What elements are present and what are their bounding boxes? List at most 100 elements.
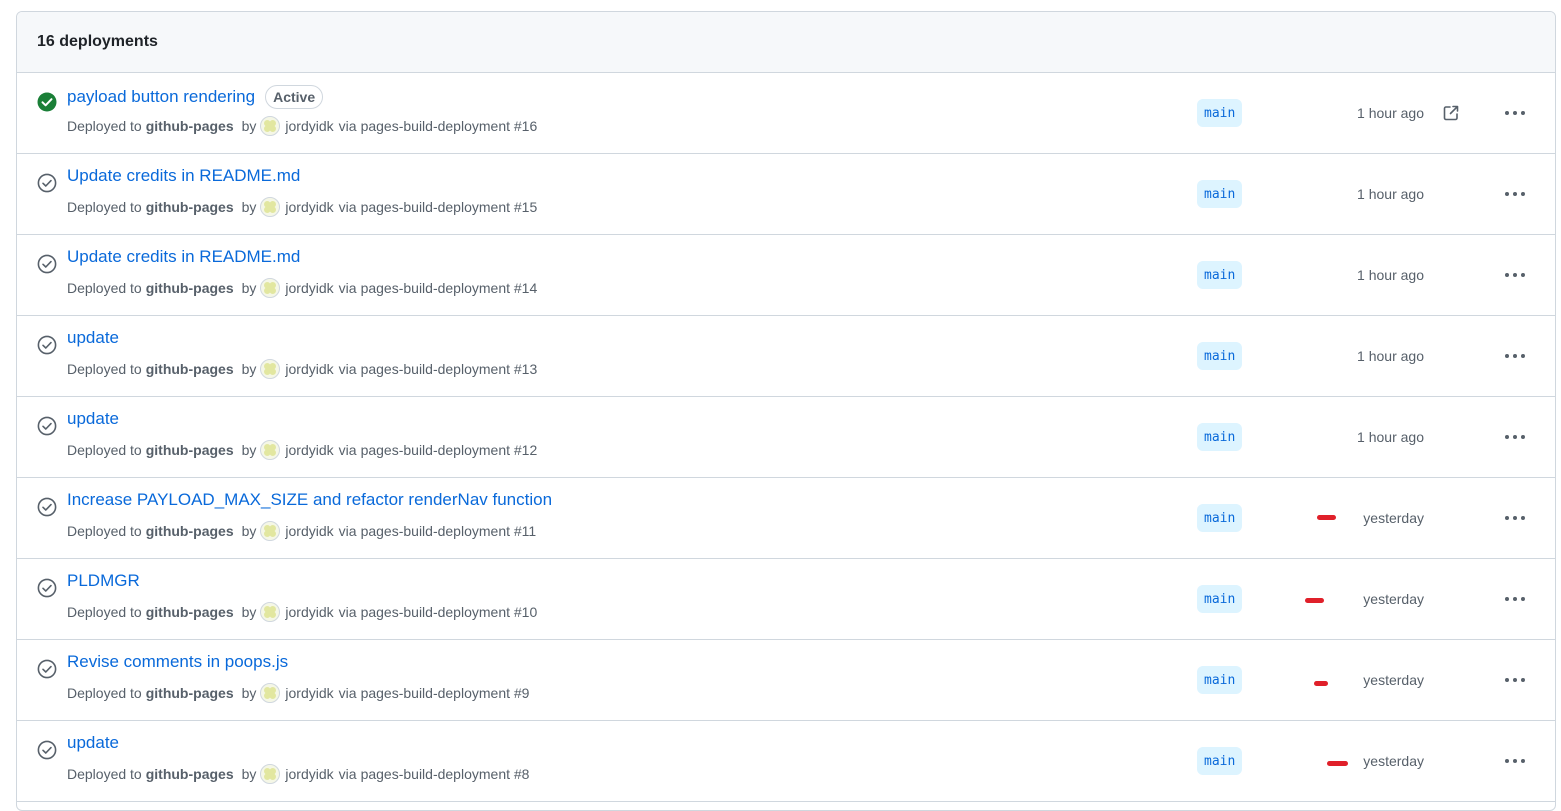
deployments-list: payload button rendering Active Deployed… [17,73,1555,802]
deployment-title-link[interactable]: Increase PAYLOAD_MAX_SIZE and refactor r… [67,490,552,510]
deployment-title-link[interactable]: Revise comments in poops.js [67,652,288,672]
deployment-row: update Deployed to github-pages by jordy… [17,397,1555,478]
deployment-title-line: PLDMGR [67,571,140,591]
deployments-count-header: 16 deployments [17,12,1555,73]
deployment-time: 1 hour ago [1357,267,1424,283]
by-label: by [241,523,257,539]
user-name: jordyidk [285,685,334,701]
deployment-time: 1 hour ago [1357,105,1424,121]
deployment-row: payload button rendering Active Deployed… [17,73,1555,154]
avatar [260,440,281,460]
deployed-to-label: Deployed to [67,442,142,458]
workflow-run-link[interactable]: pages-build-deployment #8 [361,766,530,782]
environment-name[interactable]: github-pages [146,280,234,296]
environment-name[interactable]: github-pages [146,199,234,215]
check-circle-icon [37,659,57,679]
deployment-meta: Deployed to github-pages by jordyidk via… [67,764,529,784]
deployment-row: update Deployed to github-pages by jordy… [17,721,1555,802]
deployment-title-link[interactable]: update [67,409,119,429]
via-label: via [338,685,357,701]
user-link[interactable]: jordyidk [260,359,338,379]
user-link[interactable]: jordyidk [260,764,338,784]
user-link[interactable]: jordyidk [260,602,338,622]
environment-name[interactable]: github-pages [146,118,234,134]
environment-name[interactable]: github-pages [146,766,234,782]
kebab-menu-icon[interactable] [1497,747,1533,775]
by-label: by [241,118,257,134]
environment-name[interactable]: github-pages [146,523,234,539]
workflow-run-link[interactable]: pages-build-deployment #12 [361,442,538,458]
workflow-run-link[interactable]: pages-build-deployment #15 [361,199,538,215]
deployed-to-label: Deployed to [67,199,142,215]
deployed-to-label: Deployed to [67,604,142,620]
workflow-run-link[interactable]: pages-build-deployment #14 [361,280,538,296]
deployment-time: 1 hour ago [1357,186,1424,202]
workflow-run-link[interactable]: pages-build-deployment #10 [361,604,538,620]
deployment-title-link[interactable]: payload button rendering [67,87,255,107]
branch-label[interactable]: main [1197,585,1243,613]
red-redaction-mark [1314,681,1328,686]
user-name: jordyidk [285,766,334,782]
deployment-title-line: update [67,409,119,429]
avatar [260,602,281,622]
user-link[interactable]: jordyidk [260,683,338,703]
environment-name[interactable]: github-pages [146,604,234,620]
branch-label[interactable]: main [1197,747,1243,775]
branch-label[interactable]: main [1197,342,1243,370]
deployment-row: Revise comments in poops.js Deployed to … [17,640,1555,721]
deployment-title-link[interactable]: update [67,733,119,753]
user-name: jordyidk [285,604,334,620]
avatar [260,764,281,784]
workflow-run-link[interactable]: pages-build-deployment #13 [361,361,538,377]
branch-label[interactable]: main [1197,180,1243,208]
user-link[interactable]: jordyidk [260,197,338,217]
branch-label[interactable]: main [1197,99,1243,127]
kebab-menu-icon[interactable] [1497,423,1533,451]
user-name: jordyidk [285,280,334,296]
environment-name[interactable]: github-pages [146,685,234,701]
user-link[interactable]: jordyidk [260,278,338,298]
via-label: via [338,361,357,377]
deployment-meta: Deployed to github-pages by jordyidk via… [67,602,537,622]
user-link[interactable]: jordyidk [260,521,338,541]
avatar [260,278,281,298]
kebab-menu-icon[interactable] [1497,261,1533,289]
kebab-menu-icon[interactable] [1497,504,1533,532]
by-label: by [241,766,257,782]
kebab-menu-icon[interactable] [1497,99,1533,127]
deployment-row: Update credits in README.md Deployed to … [17,235,1555,316]
check-circle-icon [37,254,57,274]
external-link-icon[interactable] [1442,104,1460,122]
active-badge: Active [265,85,324,109]
environment-name[interactable]: github-pages [146,442,234,458]
workflow-run-link[interactable]: pages-build-deployment #11 [361,523,537,539]
deployment-title-link[interactable]: update [67,328,119,348]
branch-label[interactable]: main [1197,666,1243,694]
check-circle-icon [37,578,57,598]
kebab-menu-icon[interactable] [1497,180,1533,208]
workflow-run-link[interactable]: pages-build-deployment #16 [361,118,538,134]
deployment-title-line: update [67,328,119,348]
branch-label[interactable]: main [1197,423,1243,451]
avatar [260,683,281,703]
branch-label[interactable]: main [1197,261,1243,289]
kebab-menu-icon[interactable] [1497,585,1533,613]
kebab-menu-icon[interactable] [1497,342,1533,370]
by-label: by [241,199,257,215]
deployment-title-link[interactable]: PLDMGR [67,571,140,591]
kebab-menu-icon[interactable] [1497,666,1533,694]
branch-label[interactable]: main [1197,504,1243,532]
deployment-title-link[interactable]: Update credits in README.md [67,166,300,186]
workflow-run-link[interactable]: pages-build-deployment #9 [361,685,530,701]
deployment-meta: Deployed to github-pages by jordyidk via… [67,440,537,460]
check-circle-icon [37,740,57,760]
check-circle-icon [37,416,57,436]
deployed-to-label: Deployed to [67,766,142,782]
environment-name[interactable]: github-pages [146,361,234,377]
deployment-title-link[interactable]: Update credits in README.md [67,247,300,267]
user-link[interactable]: jordyidk [260,116,338,136]
via-label: via [338,442,357,458]
user-link[interactable]: jordyidk [260,440,338,460]
deployment-time: 1 hour ago [1357,348,1424,364]
deployments-panel: 16 deployments payload button rendering … [16,11,1556,811]
